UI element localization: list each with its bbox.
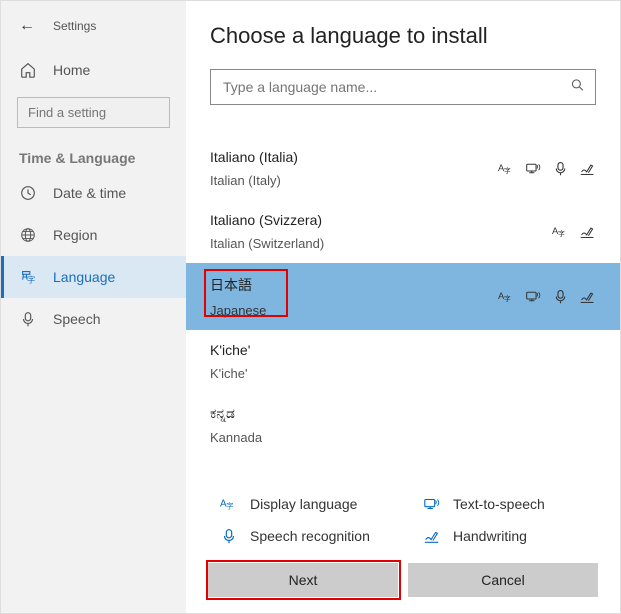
language-install-dialog: Choose a language to install hidden Ital… bbox=[186, 1, 620, 613]
sidebar-section-header: Time & Language bbox=[1, 140, 186, 172]
sidebar-item-label: Speech bbox=[53, 311, 100, 327]
language-native-name: K'iche' bbox=[210, 342, 250, 358]
handwriting-icon bbox=[579, 223, 596, 240]
language-search-input[interactable] bbox=[210, 69, 596, 105]
language-english-name: Japanese bbox=[210, 303, 266, 318]
legend-text-to-speech: Text-to-speech bbox=[423, 495, 596, 513]
speech-recognition-icon bbox=[552, 288, 569, 305]
microphone-icon bbox=[19, 310, 37, 328]
sidebar-item-region[interactable]: Region bbox=[1, 214, 186, 256]
feature-legend: Display language Text-to-speech Speech r… bbox=[186, 483, 620, 563]
settings-sidebar: ← Settings Home Time & Language Date & t… bbox=[1, 1, 186, 613]
language-item-italian-switzerland[interactable]: Italiano (Svizzera) Italian (Switzerland… bbox=[186, 200, 620, 263]
sidebar-item-label: Date & time bbox=[53, 185, 126, 201]
language-english-name: K'iche' bbox=[210, 366, 250, 381]
sidebar-item-date-time[interactable]: Date & time bbox=[1, 172, 186, 214]
language-icon bbox=[19, 268, 37, 286]
sidebar-title: Settings bbox=[53, 19, 96, 33]
language-english-name: Kannada bbox=[210, 430, 262, 445]
legend-display-language: Display language bbox=[220, 495, 393, 513]
sidebar-item-label: Home bbox=[53, 62, 90, 78]
display-language-icon bbox=[498, 160, 515, 177]
sidebar-item-speech[interactable]: Speech bbox=[1, 298, 186, 340]
language-native-name: Italiano (Italia) bbox=[210, 149, 298, 165]
language-native-name: Italiano (Svizzera) bbox=[210, 212, 324, 228]
sidebar-item-label: Language bbox=[53, 269, 115, 285]
display-language-icon bbox=[552, 223, 569, 240]
home-icon bbox=[19, 61, 37, 79]
dialog-title: Choose a language to install bbox=[210, 23, 596, 49]
speech-recognition-icon bbox=[220, 527, 238, 545]
sidebar-item-home[interactable]: Home bbox=[1, 49, 186, 91]
speech-recognition-icon bbox=[552, 160, 569, 177]
search-icon[interactable] bbox=[570, 78, 586, 97]
cancel-button[interactable]: Cancel bbox=[408, 563, 598, 597]
language-item-kannada[interactable]: ಕನ್ನಡ Kannada bbox=[186, 393, 620, 457]
handwriting-icon bbox=[579, 288, 596, 305]
clock-icon bbox=[19, 184, 37, 202]
language-native-name: 日本語 bbox=[210, 275, 266, 295]
next-button[interactable]: Next bbox=[208, 563, 398, 597]
legend-speech-recognition: Speech recognition bbox=[220, 527, 393, 545]
handwriting-icon bbox=[579, 160, 596, 177]
language-native-name: ಕನ್ನಡ bbox=[210, 405, 262, 422]
legend-handwriting: Handwriting bbox=[423, 527, 596, 545]
text-to-speech-icon bbox=[423, 495, 441, 513]
find-setting-input[interactable] bbox=[17, 97, 170, 128]
display-language-icon bbox=[498, 288, 515, 305]
sidebar-item-language[interactable]: Language bbox=[1, 256, 186, 298]
language-item-italian-italy[interactable]: Italiano (Italia) Italian (Italy) bbox=[186, 137, 620, 200]
text-to-speech-icon bbox=[525, 288, 542, 305]
back-icon[interactable]: ← bbox=[19, 17, 35, 35]
language-item-kiche[interactable]: K'iche' K'iche' bbox=[186, 330, 620, 393]
text-to-speech-icon bbox=[525, 160, 542, 177]
display-language-icon bbox=[220, 495, 238, 513]
language-item-japanese[interactable]: 日本語 Japanese bbox=[186, 263, 620, 330]
dialog-footer: Next Cancel bbox=[186, 563, 620, 613]
globe-icon bbox=[19, 226, 37, 244]
language-english-name: Italian (Switzerland) bbox=[210, 236, 324, 251]
language-english-name: Italian (Italy) bbox=[210, 173, 298, 188]
language-list[interactable]: hidden Italiano (Italia) Italian (Italy) bbox=[186, 115, 620, 483]
sidebar-item-label: Region bbox=[53, 227, 97, 243]
handwriting-icon bbox=[423, 527, 441, 545]
